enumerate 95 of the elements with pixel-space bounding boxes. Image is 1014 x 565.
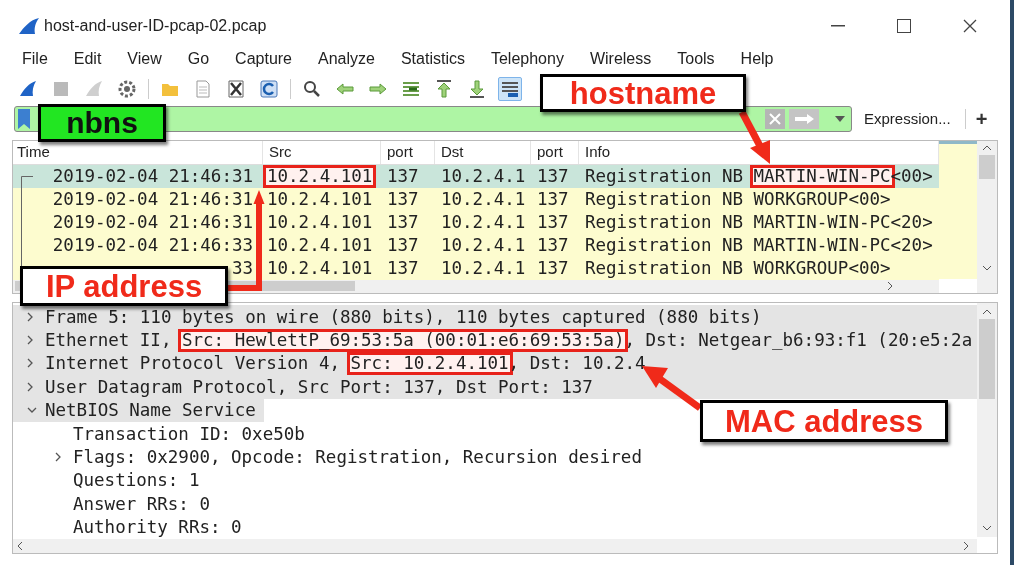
chevron-right-icon[interactable] [27, 335, 33, 346]
table-cell-text: 137 [536, 233, 570, 257]
column-header[interactable]: port [531, 141, 579, 164]
scroll-up-icon[interactable] [982, 145, 992, 151]
menu-item[interactable]: Telephony [490, 47, 564, 71]
tree-row[interactable]: User Datagram Protocol, Src Port: 137, Dst Port: 137 [13, 375, 977, 399]
table-cell-text: 137 [386, 210, 420, 234]
dropdown-caret-icon[interactable] [835, 116, 845, 122]
table-cell-text: 137 [386, 233, 420, 257]
table-cell-text: 137 [386, 187, 420, 211]
table-cell-text: 137 [536, 210, 570, 234]
table-cell-text: 2019-02-04 21:46:31 [51, 164, 254, 188]
tree-row[interactable]: Authority RRs: 0 [13, 515, 250, 539]
table-cell-text: 137 [386, 256, 420, 280]
window-title: host-and-user-ID-pcap-02.pcap [44, 16, 267, 36]
table-cell-text: 33 [230, 256, 254, 280]
reload-icon[interactable] [257, 77, 281, 101]
minimize-icon[interactable] [831, 25, 845, 27]
column-header[interactable]: port [381, 141, 435, 164]
tree-row[interactable]: Questions: 1 [13, 468, 208, 493]
table-cell-text: 10.2.4.1 [440, 164, 527, 188]
tree-item-text: User Datagram Protocol, Src Port: 137, Dst Port: 137 [45, 375, 593, 399]
chevron-down-icon[interactable] [27, 407, 37, 414]
packet-row[interactable]: 2019-02-04 21:46:31 10.2.4.101 137 10.2.4.1 137 Registration NB WORKGROUP<00> [13, 187, 939, 211]
menu-item[interactable]: Go [187, 47, 210, 71]
scroll-down-icon[interactable] [982, 525, 992, 531]
add-filter-button[interactable]: + [975, 109, 988, 129]
table-cell-text: 10.2.4.1 [440, 187, 527, 211]
menu-item[interactable]: Statistics [400, 47, 465, 71]
menu-item[interactable]: Capture [235, 47, 292, 71]
table-cell-text: 10.2.4.1 [440, 256, 527, 280]
callout-tooltip: hostname [540, 74, 746, 112]
table-cell-text: 10.2.4.101 [266, 256, 374, 280]
info-cell-text: Registration NB MARTIN-WIN-PC<20> [584, 210, 934, 234]
scroll-left-icon[interactable] [17, 540, 23, 551]
callout-tooltip: nbns [38, 104, 166, 142]
vertical-scrollbar[interactable] [977, 303, 997, 537]
scrollbar-thumb[interactable] [979, 155, 995, 179]
chevron-right-icon[interactable] [55, 452, 61, 463]
column-header[interactable]: Dst [435, 141, 531, 164]
tree-row[interactable]: Internet Protocol Version 4, Src: 10.2.4.101, Dst: 10.2.4 [13, 351, 977, 376]
expression-button[interactable]: Expression... [860, 107, 955, 131]
chevron-right-icon[interactable] [27, 381, 33, 392]
tree-row[interactable]: Transaction ID: 0xe50b [13, 421, 313, 446]
maximize-icon[interactable] [897, 19, 911, 33]
table-cell-text: 10.2.4.101 [266, 210, 374, 234]
tree-item-text: NetBIOS Name Service [45, 399, 256, 423]
scrollbar-thumb[interactable] [979, 319, 995, 399]
scroll-right-icon[interactable] [963, 540, 969, 551]
column-header[interactable]: Src [263, 141, 381, 164]
table-cell-text: 2019-02-04 21:46:31 [51, 187, 254, 211]
menu-item[interactable]: View [127, 47, 162, 71]
table-cell-text: 137 [386, 164, 420, 188]
packet-row[interactable]: 2019-02-04 21:46:31 10.2.4.101 137 10.2.4.1 137 Registration NB MARTIN-WIN-PC<20> [13, 210, 939, 234]
table-cell-text: 10.2.4.101 [266, 187, 374, 211]
close-icon[interactable] [963, 19, 977, 33]
tree-row[interactable]: Frame 5: 110 bytes on wire (880 bits), 110 bytes captured (880 bits) [13, 305, 977, 329]
menu-item[interactable]: Wireless [589, 47, 652, 71]
tree-item-text: Transaction ID: 0xe50b [73, 422, 305, 446]
callout-arrow [738, 110, 770, 164]
tree-item-text: Answer RRs: 0 [73, 492, 210, 516]
info-cell-text: Registration NB MARTIN-WIN-PC<20> [584, 233, 934, 257]
table-cell-text: 137 [536, 256, 570, 280]
table-cell-text: 10.2.4.1 [440, 233, 527, 257]
menu-item[interactable]: Tools [677, 47, 715, 71]
info-cell-text: Registration NB WORKGROUP<00> [584, 256, 892, 280]
menu-item[interactable]: Edit [73, 47, 102, 71]
autoscroll-icon[interactable] [498, 77, 522, 101]
shark-fin-icon [18, 17, 40, 35]
tree-row[interactable]: Answer RRs: 0 [13, 492, 218, 516]
horizontal-scrollbar[interactable] [13, 538, 977, 553]
callout-tooltip: IP address [20, 266, 228, 306]
info-cell-text: Registration NB WORKGROUP<00> [584, 187, 892, 211]
tree-item-text: Questions: 1 [73, 469, 200, 493]
scroll-up-icon[interactable] [982, 309, 992, 315]
chevron-right-icon[interactable] [27, 358, 33, 369]
table-cell-text: 2019-02-04 21:46:31 [51, 210, 254, 234]
menu-item[interactable]: Analyze [318, 47, 375, 71]
table-cell-text: 10.2.4.1 [440, 210, 527, 234]
table-cell-text: 137 [536, 187, 570, 211]
vertical-scrollbar[interactable] [977, 141, 997, 293]
chevron-right-icon[interactable] [27, 311, 33, 322]
scroll-down-icon[interactable] [982, 265, 992, 271]
table-cell-text: 10.2.4.101 [266, 233, 374, 257]
menu-item[interactable]: File [22, 47, 48, 71]
tree-item-text: Authority RRs: 0 [73, 516, 242, 540]
table-cell-text: 137 [536, 164, 570, 188]
table-cell-text: 2019-02-04 21:46:33 [51, 233, 254, 257]
callout-tooltip: MAC address [700, 400, 948, 442]
menu-item[interactable]: Help [740, 47, 774, 71]
bookmark-icon[interactable] [18, 109, 30, 129]
scroll-right-icon[interactable] [887, 281, 893, 292]
tree-row[interactable]: NetBIOS Name Service [13, 398, 264, 422]
tree-item-text: Frame 5: 110 bytes on wire (880 bits), 110 bytes captured (880 bits) [45, 305, 762, 329]
packet-row[interactable]: 2019-02-04 21:46:33 10.2.4.101 137 10.2.4.1 137 Registration NB MARTIN-WIN-PC<20> [13, 233, 939, 257]
